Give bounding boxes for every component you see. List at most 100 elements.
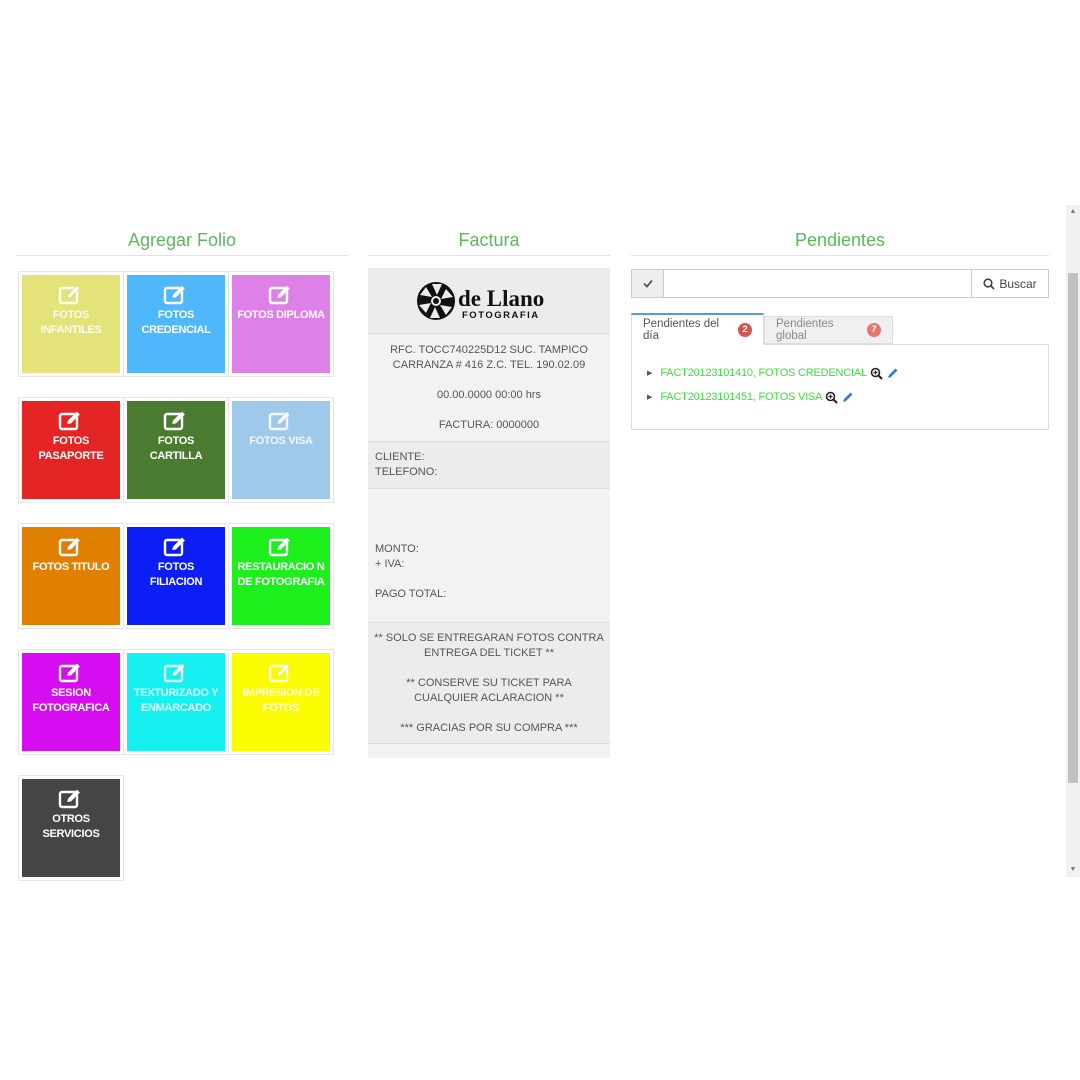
pendientes-tabs: Pendientes del día 2 Pendientes global 7 bbox=[631, 313, 1049, 345]
receipt-factura-number: FACTURA: 0000000 bbox=[438, 419, 540, 431]
service-tile[interactable]: FOTOS INFANTILES bbox=[22, 275, 120, 373]
tile-wrapper: FOTOS CREDENCIAL bbox=[123, 271, 229, 377]
iva-label: + IVA: bbox=[375, 558, 405, 570]
service-tile[interactable]: FOTOS DIPLOMA bbox=[232, 275, 330, 373]
tab-pendientes-global[interactable]: Pendientes global 7 bbox=[764, 316, 893, 344]
telefono-label: TELEFONO: bbox=[375, 466, 438, 478]
tab-pendientes-global-label: Pendientes global bbox=[776, 318, 834, 342]
service-tile[interactable]: FOTOS CREDENCIAL bbox=[127, 275, 225, 373]
edit-icon bbox=[22, 788, 120, 810]
agregar-folio-title: Agregar Folio bbox=[127, 230, 237, 250]
receipt-footer bbox=[368, 744, 610, 758]
tile-wrapper: FOTOS PASAPORTE bbox=[18, 397, 124, 503]
list-item: ▶ FACT20123101410, FOTOS CREDENCIAL bbox=[647, 361, 1048, 385]
edit-icon bbox=[127, 284, 225, 306]
service-tile[interactable]: RESTAURACIO N DE FOTOGRAFIA bbox=[232, 527, 330, 625]
edit-icon bbox=[232, 284, 330, 306]
scroll-down-icon[interactable]: ▼ bbox=[1066, 863, 1080, 877]
service-tile[interactable]: FOTOS TITULO bbox=[22, 527, 120, 625]
scroll-up-icon[interactable]: ▲ bbox=[1066, 205, 1080, 219]
zoom-in-icon[interactable] bbox=[870, 367, 883, 380]
service-tile[interactable]: FOTOS PASAPORTE bbox=[22, 401, 120, 499]
service-tile-label: IMPRESION DE FOTOS bbox=[242, 687, 320, 714]
svg-text:de Llano: de Llano bbox=[458, 286, 544, 311]
factura-receipt: de Llano FOTOGRAFIA RFC. TOCC740225D12 S… bbox=[368, 268, 610, 758]
service-tile-label: FOTOS TITULO bbox=[32, 561, 110, 573]
service-tile-label: TEXTURIZADO Y ENMARCADO bbox=[133, 687, 219, 714]
receipt-info: RFC. TOCC740225D12 SUC. TAMPICO CARRANZA… bbox=[368, 334, 610, 442]
svg-text:FOTOGRAFIA: FOTOGRAFIA bbox=[462, 310, 540, 321]
edit-icon bbox=[232, 536, 330, 558]
service-tile-label: FOTOS INFANTILES bbox=[40, 309, 102, 336]
buscar-label: Buscar bbox=[999, 276, 1037, 291]
caret-right-icon[interactable]: ▶ bbox=[647, 393, 652, 401]
main-app: Agregar Folio Factura Pendientes FOTOS I… bbox=[0, 205, 1080, 881]
edit-icon bbox=[127, 410, 225, 432]
edit-icon bbox=[127, 662, 225, 684]
tile-wrapper: OTROS SERVICIOS bbox=[18, 775, 124, 881]
tile-wrapper: FOTOS CARTILLA bbox=[123, 397, 229, 503]
factura-title: Factura bbox=[458, 230, 520, 250]
service-tile[interactable]: IMPRESION DE FOTOS bbox=[232, 653, 330, 751]
buscar-button[interactable]: Buscar bbox=[971, 269, 1049, 298]
zoom-in-icon[interactable] bbox=[825, 391, 839, 404]
edit-icon bbox=[127, 536, 225, 558]
tile-wrapper: IMPRESION DE FOTOS bbox=[228, 649, 334, 755]
pendientes-dia-count-badge: 2 bbox=[738, 322, 752, 337]
pendientes-title: Pendientes bbox=[794, 230, 886, 250]
edit-pencil-icon[interactable] bbox=[841, 391, 854, 404]
check-icon bbox=[642, 279, 653, 288]
pendientes-global-count-badge: 7 bbox=[867, 323, 881, 337]
pendiente-link[interactable]: FACT20123101410, FOTOS CREDENCIAL bbox=[660, 367, 867, 379]
service-tile[interactable]: OTROS SERVICIOS bbox=[22, 779, 120, 877]
agregar-folio-rule bbox=[16, 255, 348, 256]
pendiente-link[interactable]: FACT20123101451, FOTOS VISA bbox=[660, 391, 822, 403]
check-all-button[interactable] bbox=[631, 269, 664, 298]
factura-rule bbox=[368, 255, 610, 256]
tile-wrapper: FOTOS INFANTILES bbox=[18, 271, 124, 377]
pendientes-dia-panel: ▶ FACT20123101410, FOTOS CREDENCIAL ▶ FA… bbox=[631, 344, 1049, 430]
service-tile[interactable]: SESION FOTOGRAFICA bbox=[22, 653, 120, 751]
receipt-client: CLIENTE: TELEFONO: bbox=[368, 442, 610, 489]
cliente-label: CLIENTE: bbox=[375, 451, 425, 463]
service-tile-label: FOTOS DIPLOMA bbox=[237, 309, 325, 321]
page-scrollbar[interactable]: ▲ ▼ bbox=[1066, 205, 1080, 877]
edit-icon bbox=[232, 662, 330, 684]
tile-wrapper: FOTOS TITULO bbox=[18, 523, 124, 629]
scrollbar-thumb[interactable] bbox=[1068, 273, 1078, 783]
edit-icon bbox=[22, 662, 120, 684]
service-tile-label: FOTOS PASAPORTE bbox=[38, 435, 104, 462]
service-tile-label: SESION FOTOGRAFICA bbox=[32, 687, 110, 714]
receipt-notes: ** SOLO SE ENTREGARAN FOTOS CONTRA ENTRE… bbox=[368, 623, 610, 744]
service-tile[interactable]: FOTOS VISA bbox=[232, 401, 330, 499]
service-tile-label: FOTOS FILIACION bbox=[149, 561, 203, 588]
edit-icon bbox=[22, 410, 120, 432]
tab-pendientes-dia[interactable]: Pendientes del día 2 bbox=[631, 313, 764, 345]
tile-wrapper: FOTOS VISA bbox=[228, 397, 334, 503]
service-tile-label: FOTOS CARTILLA bbox=[149, 435, 203, 462]
search-icon bbox=[983, 277, 995, 290]
list-item: ▶ FACT20123101451, FOTOS VISA bbox=[647, 385, 1048, 409]
service-tile[interactable]: FOTOS CARTILLA bbox=[127, 401, 225, 499]
edit-pencil-icon[interactable] bbox=[886, 367, 899, 380]
service-tile-label: OTROS SERVICIOS bbox=[42, 813, 100, 840]
tile-wrapper: FOTOS DIPLOMA bbox=[228, 271, 334, 377]
tile-wrapper: TEXTURIZADO Y ENMARCADO bbox=[123, 649, 229, 755]
receipt-note-2: ** CONSERVE SU TICKET PARA CUALQUIER ACL… bbox=[406, 677, 572, 704]
receipt-logo: de Llano FOTOGRAFIA bbox=[368, 268, 610, 334]
monto-label: MONTO: bbox=[375, 543, 419, 555]
pendientes-rule bbox=[631, 255, 1049, 256]
tab-pendientes-dia-label: Pendientes del día bbox=[643, 317, 720, 342]
service-tile[interactable]: FOTOS FILIACION bbox=[127, 527, 225, 625]
edit-icon bbox=[22, 536, 120, 558]
service-tile-label: FOTOS CREDENCIAL bbox=[141, 309, 211, 336]
rfc-line-2: CARRANZA # 416 Z.C. TEL. 190.02.09 bbox=[392, 359, 586, 371]
pendientes-search-input[interactable] bbox=[664, 269, 971, 298]
service-tile-label: FOTOS VISA bbox=[249, 435, 313, 447]
service-tile[interactable]: TEXTURIZADO Y ENMARCADO bbox=[127, 653, 225, 751]
caret-right-icon[interactable]: ▶ bbox=[647, 369, 652, 377]
receipt-amounts: MONTO: + IVA: PAGO TOTAL: bbox=[368, 489, 610, 623]
de-llano-logo: de Llano FOTOGRAFIA bbox=[417, 281, 544, 321]
pago-total-label: PAGO TOTAL: bbox=[375, 588, 447, 600]
edit-icon bbox=[22, 284, 120, 306]
